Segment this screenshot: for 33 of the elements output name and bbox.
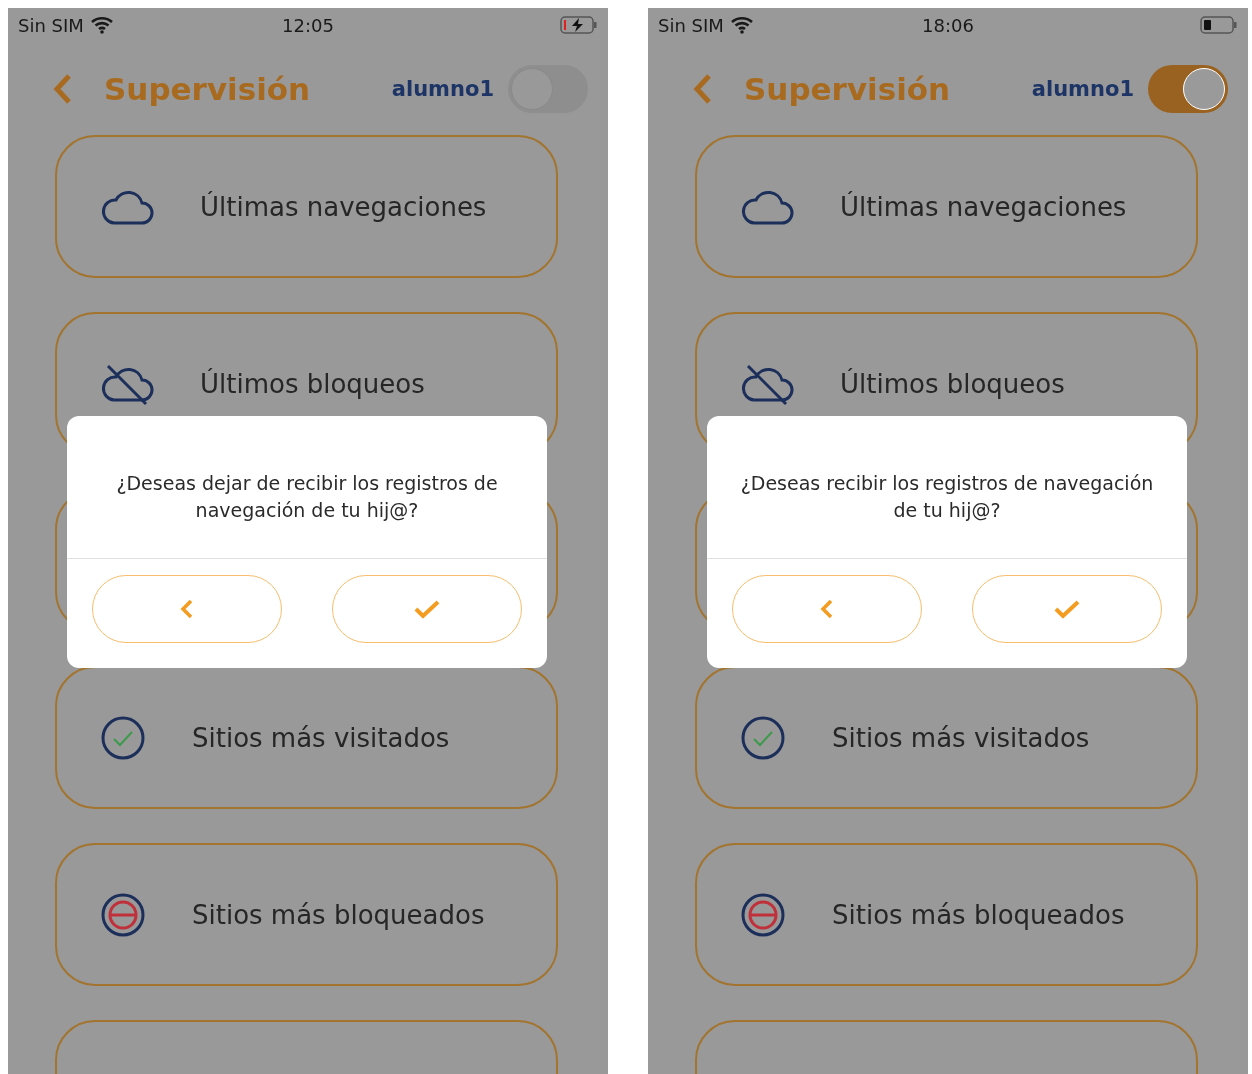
user-name: alumno1 bbox=[391, 76, 494, 101]
menu-card[interactable]: Últimas navegaciones bbox=[695, 135, 1198, 278]
menu-card[interactable]: Últimas navegaciones bbox=[55, 135, 558, 278]
page-title: Supervisión bbox=[104, 70, 312, 107]
menu-label: Últimas navegaciones bbox=[200, 191, 487, 222]
menu-label: Sitios más visitados bbox=[832, 722, 1090, 753]
wifi-icon bbox=[729, 16, 754, 34]
clock-time: 12:05 bbox=[282, 14, 334, 36]
blocked-icon bbox=[740, 891, 786, 938]
user-name: alumno1 bbox=[1031, 76, 1134, 101]
menu-label: Últimas navegaciones bbox=[840, 191, 1127, 222]
checkmark-icon bbox=[413, 598, 441, 619]
check-circle-icon bbox=[740, 714, 786, 761]
wifi-icon bbox=[89, 16, 114, 34]
dialog-message: ¿Deseas dejar de recibir los registros de navegación de tu hij@? bbox=[67, 416, 547, 559]
menu-card[interactable]: Sitios más bloqueados bbox=[695, 843, 1198, 986]
menu-label: Sitios más bloqueados bbox=[832, 899, 1125, 930]
menu-label: Últimos bloqueos bbox=[840, 368, 1065, 399]
toggle-switch[interactable] bbox=[1148, 64, 1228, 113]
back-chevron-icon bbox=[180, 597, 194, 620]
menu-label: Sitios más visitados bbox=[192, 722, 450, 753]
menu-label: Últimos bloqueos bbox=[200, 368, 425, 399]
page-title: Supervisión bbox=[744, 70, 952, 107]
carrier-label: Sin SIM bbox=[658, 14, 724, 36]
menu-label: Sitios más bloqueados bbox=[192, 899, 485, 930]
blocked-icon bbox=[100, 891, 146, 938]
checkmark-icon bbox=[1053, 598, 1081, 619]
back-chevron-icon bbox=[820, 597, 834, 620]
check-circle-icon bbox=[100, 714, 146, 761]
carrier-label: Sin SIM bbox=[18, 14, 84, 36]
menu-card[interactable]: Sitios más bloqueados bbox=[55, 843, 558, 986]
dialog-message: ¿Deseas recibir los registros de navegación de tu hij@? bbox=[707, 416, 1187, 559]
clock-time: 18:06 bbox=[922, 14, 974, 36]
